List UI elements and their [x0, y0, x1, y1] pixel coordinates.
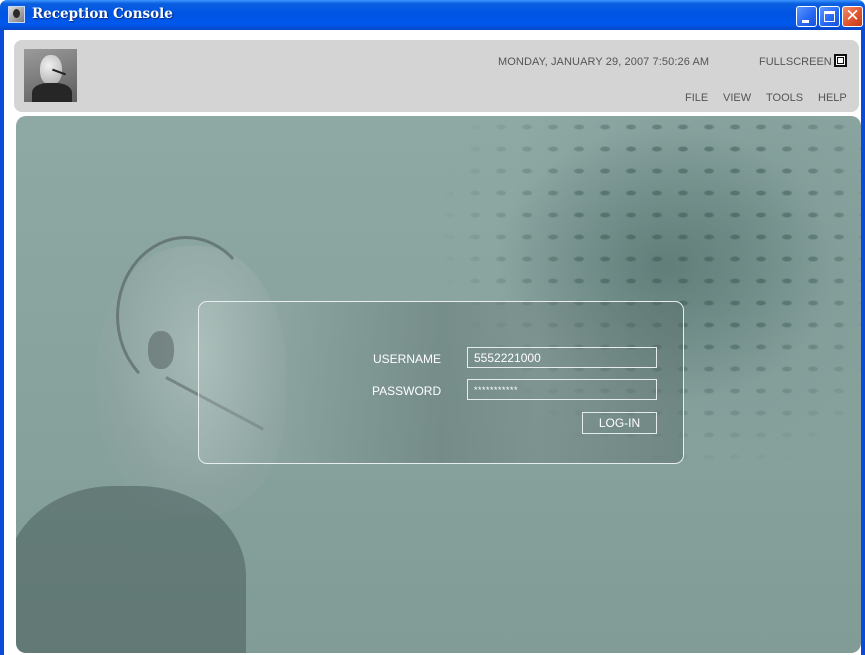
title-bar[interactable]: Reception Console ✕	[0, 0, 865, 30]
login-button[interactable]: LOG-IN	[582, 412, 657, 434]
minimize-button[interactable]	[796, 6, 817, 27]
avatar-body	[32, 83, 72, 102]
window-frame-right	[861, 30, 865, 655]
maximize-button[interactable]	[819, 6, 840, 27]
close-button[interactable]: ✕	[842, 6, 863, 27]
menu-help[interactable]: HELP	[818, 92, 847, 104]
avatar	[24, 49, 77, 102]
maximize-icon	[824, 11, 835, 22]
background-person-body	[16, 486, 246, 653]
current-datetime: MONDAY, JANUARY 29, 2007 7:50:26 AM	[498, 56, 710, 68]
menu-file[interactable]: FILE	[685, 92, 708, 104]
username-input[interactable]	[467, 347, 657, 368]
username-label: USERNAME	[373, 352, 442, 366]
password-label: PASSWORD	[372, 384, 442, 398]
close-icon: ✕	[845, 6, 860, 26]
minimize-icon	[802, 20, 809, 23]
window-title: Reception Console	[32, 6, 173, 22]
menu-view[interactable]: VIEW	[723, 92, 751, 104]
fullscreen-label[interactable]: FULLSCREEN	[759, 56, 832, 68]
menu-tools[interactable]: TOOLS	[766, 92, 803, 104]
password-input[interactable]	[467, 379, 657, 400]
app-icon[interactable]	[8, 6, 25, 23]
background-earpiece	[148, 331, 174, 369]
fullscreen-icon[interactable]	[834, 54, 847, 67]
